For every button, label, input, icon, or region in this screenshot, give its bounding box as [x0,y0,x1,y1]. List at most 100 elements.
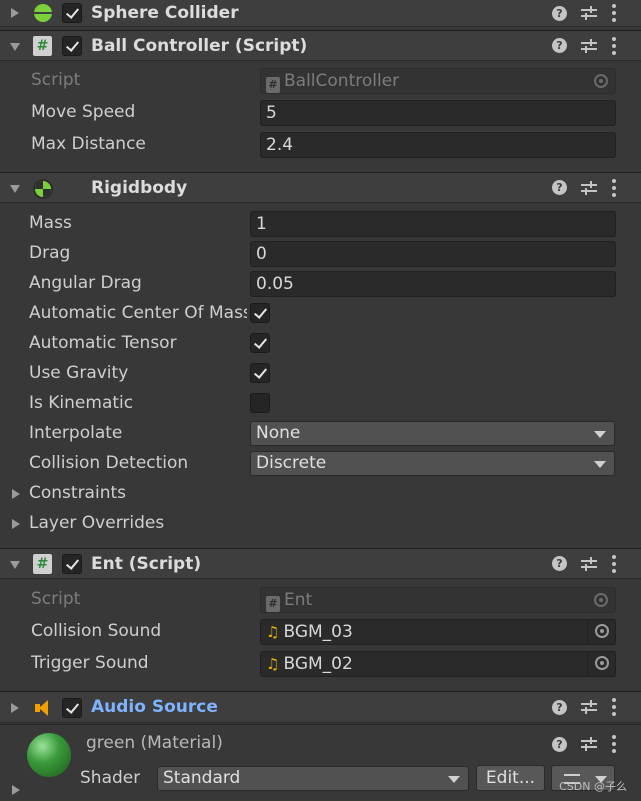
shader-label: Shader [80,768,141,788]
more-options-icon[interactable] [611,36,617,55]
more-options-icon[interactable] [611,735,617,753]
audio-source-enabled-checkbox[interactable] [62,698,82,718]
foldout-arrow-icon[interactable] [10,185,20,193]
help-icon[interactable]: ? [552,699,567,715]
script-value: BallController [284,71,400,91]
presets-icon[interactable] [581,180,597,195]
trigger-sound-label: Trigger Sound [31,653,149,673]
move-speed-label[interactable]: Move Speed [31,102,135,122]
ball-controller-enabled-checkbox[interactable] [62,36,82,56]
object-picker-button[interactable] [587,620,615,644]
material-title: green (Material) [86,733,223,753]
collision-sound-field[interactable]: ♫ BGM_03 [260,619,616,645]
collision-detection-dropdown[interactable]: Discrete [250,451,615,476]
audio-source-header[interactable]: Audio Source ? [0,691,641,723]
drag-label[interactable]: Drag [29,243,70,263]
more-options-icon[interactable] [611,698,617,716]
foldout-arrow-icon[interactable] [11,703,19,713]
collision-detection-value: Discrete [256,453,327,473]
speaker-icon [35,700,51,716]
script-label: Script [31,70,81,90]
script-label: Script [31,589,81,609]
angular-drag-label[interactable]: Angular Drag [29,273,142,293]
object-picker-icon [594,74,608,88]
help-icon[interactable]: ? [552,736,567,752]
object-picker-icon [595,624,609,638]
auto-center-of-mass-checkbox[interactable] [250,303,270,323]
script-value: Ent [284,590,313,610]
script-icon: # [33,554,52,574]
component-title: Sphere Collider [91,3,239,23]
trigger-sound-value: BGM_02 [283,654,353,674]
auto-tensor-checkbox[interactable] [250,333,270,353]
more-options-icon[interactable] [611,554,617,573]
collision-sound-label: Collision Sound [31,621,162,641]
script-field: # Ent [260,587,616,613]
object-picker-icon [595,656,609,670]
sphere-collider-header[interactable]: Sphere Collider ? [0,0,641,27]
shader-value: Standard [163,768,241,788]
interpolate-value: None [256,423,301,443]
ent-script-enabled-checkbox[interactable] [62,554,82,574]
interpolate-label: Interpolate [29,423,123,443]
collision-detection-label: Collision Detection [29,453,189,473]
max-distance-input[interactable]: 2.4 [260,132,616,158]
is-kinematic-label: Is Kinematic [29,393,134,413]
ball-controller-header[interactable]: # Ball Controller (Script) ? [0,30,641,61]
foldout-arrow-icon[interactable] [10,561,20,569]
drag-input[interactable]: 0 [250,241,616,267]
material-foldout-icon[interactable] [12,785,20,795]
layer-overrides-foldout[interactable]: Layer Overrides [29,513,164,533]
constraints-foldout-icon[interactable] [12,489,20,499]
collision-sound-value: BGM_03 [283,622,353,642]
presets-icon[interactable] [581,700,597,714]
angular-drag-input[interactable]: 0.05 [250,271,616,297]
presets-icon[interactable] [581,6,597,20]
object-picker-icon [594,593,608,607]
chevron-down-icon [594,461,606,468]
script-field: # BallController [260,68,616,94]
rigidbody-header[interactable]: Rigidbody ? [0,172,641,203]
sphere-collider-enabled-checkbox[interactable] [62,3,82,23]
layer-overrides-foldout-icon[interactable] [12,519,20,529]
shader-dropdown[interactable]: Standard [157,766,469,791]
material-preview-sphere[interactable] [27,733,71,777]
use-gravity-checkbox[interactable] [250,363,270,383]
interpolate-dropdown[interactable]: None [250,421,615,446]
object-picker-button[interactable] [587,652,615,676]
use-gravity-label: Use Gravity [29,363,129,383]
component-title: Rigidbody [91,178,188,198]
help-icon[interactable]: ? [552,556,567,571]
rigidbody-icon [33,179,53,199]
presets-icon[interactable] [581,556,597,571]
more-options-icon[interactable] [611,178,617,197]
trigger-sound-field[interactable]: ♫ BGM_02 [260,651,616,677]
chevron-down-icon [448,776,460,783]
auto-center-of-mass-label: Automatic Center Of Mass [29,303,247,323]
foldout-arrow-icon[interactable] [10,43,20,51]
component-title: Ent (Script) [91,554,202,574]
script-icon: # [266,77,280,93]
audio-clip-icon: ♫ [266,655,280,673]
help-icon[interactable]: ? [552,38,567,53]
presets-icon[interactable] [581,38,597,53]
auto-tensor-label: Automatic Tensor [29,333,177,353]
more-options-icon[interactable] [611,4,617,22]
sphere-collider-icon [34,4,52,22]
mass-input[interactable]: 1 [250,211,616,237]
is-kinematic-checkbox[interactable] [250,393,270,413]
help-icon[interactable]: ? [552,5,567,21]
mass-label[interactable]: Mass [29,213,72,233]
shader-edit-button[interactable]: Edit... [476,765,545,791]
watermark: CSDN @子么 [559,780,627,793]
script-icon: # [33,36,52,56]
move-speed-input[interactable]: 5 [260,100,616,126]
ent-script-header[interactable]: # Ent (Script) ? [0,548,641,579]
help-icon[interactable]: ? [552,180,567,195]
foldout-arrow-icon[interactable] [11,8,19,18]
constraints-foldout[interactable]: Constraints [29,483,126,503]
chevron-down-icon [594,431,606,438]
component-title: Ball Controller (Script) [91,36,308,56]
max-distance-label[interactable]: Max Distance [31,134,146,154]
presets-icon[interactable] [581,737,597,751]
